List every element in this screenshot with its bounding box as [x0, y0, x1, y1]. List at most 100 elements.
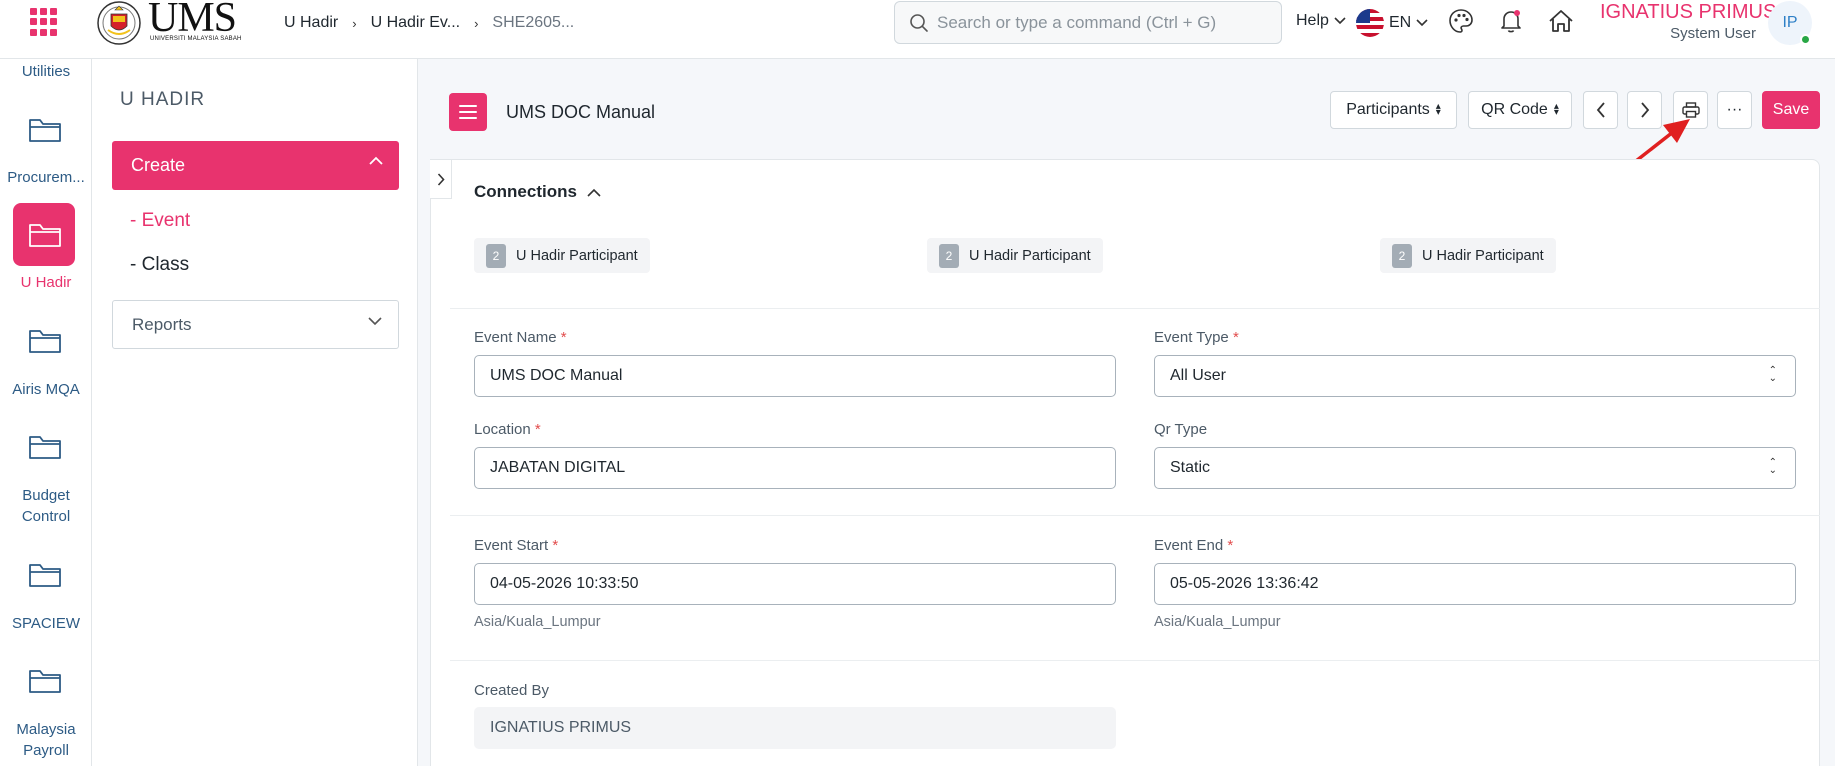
- qr-type-select[interactable]: Static ⌃ ⌄: [1154, 447, 1796, 489]
- apps-grid-icon[interactable]: [30, 8, 58, 36]
- notification-bell-icon[interactable]: [1496, 6, 1526, 36]
- select-updown-icon: ⌃ ⌄: [1768, 365, 1777, 384]
- user-name: IGNATIUS PRIMUS: [1600, 1, 1777, 23]
- search-bar[interactable]: [894, 1, 1282, 44]
- breadcrumb-chevron-icon: ›: [352, 15, 357, 31]
- event-start-timezone: Asia/Kuala_Lumpur: [474, 614, 601, 630]
- rail-item-label: U Hadir: [20, 274, 72, 291]
- connection-count-badge: 2: [939, 243, 959, 268]
- sidebar-item-class[interactable]: - Class: [130, 254, 189, 276]
- sort-updown-icon: ▴ ▾: [1553, 101, 1559, 118]
- connection-count-badge: 2: [1392, 243, 1412, 268]
- sidebar-create-label: Create: [131, 155, 186, 175]
- page-title: UMS DOC Manual: [506, 101, 656, 122]
- chevron-up-icon: [587, 188, 601, 197]
- rail-item-budget-control[interactable]: Budget Control: [0, 485, 92, 527]
- folder-icon[interactable]: [28, 560, 62, 590]
- rail-item-spaciew[interactable]: SPACIEW: [0, 613, 92, 634]
- folder-icon[interactable]: [28, 432, 62, 462]
- us-flag-icon: [1356, 9, 1384, 37]
- event-end-datetime-input[interactable]: 05-05-2026 13:36:42: [1154, 563, 1796, 605]
- section-divider: [450, 660, 1820, 661]
- folder-icon[interactable]: [28, 115, 62, 145]
- search-icon: [910, 13, 928, 32]
- rail-item-label: Airis MQA: [12, 381, 80, 398]
- toggle-sidebar-button[interactable]: [449, 93, 487, 131]
- save-button[interactable]: Save: [1762, 91, 1820, 129]
- page-header: UMS DOC Manual: [449, 93, 655, 131]
- sidebar-item-event[interactable]: - Event: [130, 210, 190, 232]
- event-start-datetime-input[interactable]: 04-05-2026 10:33:50: [474, 563, 1116, 605]
- breadcrumb-chevron-icon: ›: [474, 15, 479, 31]
- rail-item-label: Procurem...: [7, 169, 85, 186]
- event-name-label: Event Name *: [474, 329, 567, 346]
- participants-dropdown-button[interactable]: Participants ▴ ▾: [1330, 91, 1457, 129]
- folder-icon[interactable]: [28, 666, 62, 696]
- sidebar-reports-group[interactable]: Reports: [112, 300, 399, 349]
- connection-link-u-hadir-participant[interactable]: 2 U Hadir Participant: [474, 238, 650, 273]
- more-options-button[interactable]: ···: [1717, 91, 1752, 129]
- connection-label: U Hadir Participant: [1422, 247, 1544, 264]
- rail-item-label: SPACIEW: [11, 615, 81, 632]
- created-by-label: Created By: [474, 682, 550, 699]
- connection-count-badge: 2: [486, 243, 506, 268]
- ums-seal-icon: [97, 1, 141, 45]
- breadcrumb: U Hadir › U Hadir Ev... › SHE2605...: [284, 14, 574, 32]
- user-info[interactable]: IGNATIUS PRIMUS System User: [1600, 0, 1777, 43]
- palette-icon[interactable]: [1446, 6, 1476, 36]
- sidebar-create-group[interactable]: Create: [112, 141, 399, 190]
- event-end-timezone: Asia/Kuala_Lumpur: [1154, 614, 1281, 630]
- select-updown-icon: ⌃ ⌄: [1768, 457, 1777, 476]
- folder-icon[interactable]: [28, 326, 62, 356]
- connections-section-header[interactable]: Connections: [474, 182, 601, 202]
- connections-title: Connections: [474, 182, 577, 201]
- rail-item-malaysia-payroll[interactable]: Malaysia Payroll: [0, 719, 92, 761]
- chevron-up-icon: [369, 156, 383, 165]
- module-sidebar: U HADIR Create - Event - Class Reports: [92, 59, 418, 766]
- created-by-readonly-field: IGNATIUS PRIMUS: [474, 707, 1116, 749]
- connection-label: U Hadir Participant: [969, 247, 1091, 264]
- qr-code-dropdown-button[interactable]: QR Code ▴ ▾: [1468, 91, 1572, 129]
- chevron-right-icon: [437, 172, 445, 186]
- user-role: System User: [1670, 25, 1756, 42]
- event-type-label: Event Type *: [1154, 329, 1239, 346]
- location-input[interactable]: JABATAN DIGITAL: [474, 447, 1116, 489]
- connection-link-u-hadir-participant[interactable]: 2 U Hadir Participant: [1380, 238, 1556, 273]
- rail-item-u-hadir[interactable]: U Hadir: [0, 272, 92, 293]
- ums-logo[interactable]: UMS UNIVERSITI MALAYSIA SABAH: [94, 0, 258, 46]
- expand-sidebar-toggle[interactable]: [430, 159, 452, 199]
- breadcrumb-item-document[interactable]: SHE2605...: [492, 14, 574, 32]
- sidebar-reports-label: Reports: [132, 314, 192, 334]
- rail-item-utilities[interactable]: Utilities: [0, 61, 92, 82]
- save-label: Save: [1772, 101, 1810, 118]
- chevron-down-icon: [368, 317, 382, 326]
- rail-item-airis-mqa[interactable]: Airis MQA: [0, 379, 92, 400]
- connection-label: U Hadir Participant: [516, 247, 638, 264]
- location-label: Location *: [474, 421, 541, 438]
- breadcrumb-item-u-hadir[interactable]: U Hadir: [284, 14, 338, 32]
- rail-item-label: Malaysia Payroll: [16, 721, 76, 759]
- help-label: Help: [1296, 12, 1329, 29]
- rail-item-label: Budget Control: [21, 487, 71, 525]
- breadcrumb-item-u-hadir-event[interactable]: U Hadir Ev...: [371, 14, 461, 32]
- more-options-label: ···: [1726, 101, 1743, 118]
- event-end-label: Event End *: [1154, 537, 1234, 554]
- module-rail: Utilities Procurem... U Hadir Airis MQA …: [0, 59, 92, 766]
- section-divider: [450, 308, 1820, 309]
- section-divider: [450, 515, 1820, 516]
- connection-link-u-hadir-participant[interactable]: 2 U Hadir Participant: [927, 238, 1103, 273]
- participants-label: Participants: [1346, 101, 1430, 118]
- event-start-label: Event Start *: [474, 537, 559, 554]
- search-input[interactable]: [937, 12, 1257, 33]
- qr-type-label: Qr Type: [1154, 421, 1208, 438]
- help-dropdown[interactable]: Help: [1296, 12, 1346, 30]
- event-name-input[interactable]: UMS DOC Manual: [474, 355, 1116, 397]
- chevron-down-icon: [1334, 17, 1346, 25]
- folder-icon[interactable]: [28, 220, 62, 250]
- qr-code-label: QR Code: [1481, 101, 1548, 118]
- rail-item-procurement[interactable]: Procurem...: [0, 167, 92, 188]
- event-type-select[interactable]: All User ⌃ ⌄: [1154, 355, 1796, 397]
- home-icon[interactable]: [1546, 6, 1576, 36]
- chevron-down-icon: [1416, 19, 1428, 27]
- language-selector[interactable]: EN: [1356, 9, 1428, 37]
